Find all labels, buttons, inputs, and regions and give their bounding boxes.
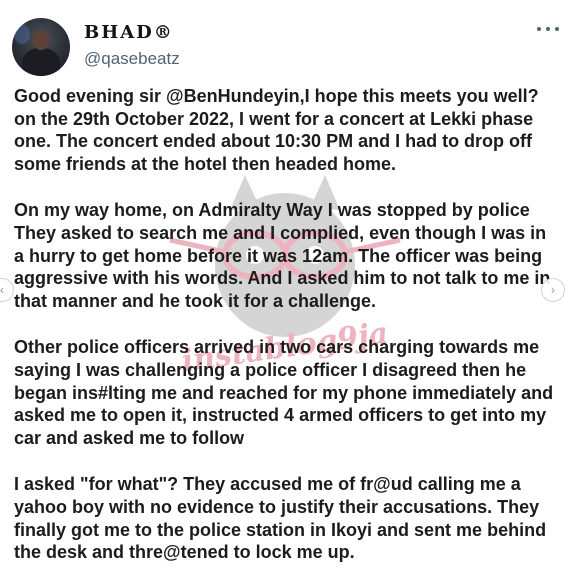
tweet-paragraph: Other police officers arrived in two car…	[14, 337, 559, 448]
more-dot	[546, 27, 550, 31]
tweet-paragraph: On my way home, on Admiralty Way I was s…	[14, 200, 551, 311]
more-dot	[555, 27, 559, 31]
tweet-header: BHAD® @qasebeatz	[0, 0, 571, 82]
avatar-head	[32, 30, 50, 50]
prev-glyph: ‹	[0, 283, 4, 297]
tweet-text: Good evening sir @BenHundeyin,I hope thi…	[14, 85, 554, 575]
display-name[interactable]: BHAD®	[84, 22, 174, 43]
avatar-body	[22, 48, 60, 76]
user-handle[interactable]: @qasebeatz	[84, 49, 180, 69]
avatar[interactable]	[12, 18, 70, 76]
chevron-right-icon[interactable]: ›	[541, 278, 565, 302]
more-horizontal-icon[interactable]	[537, 24, 559, 34]
tweet-paragraph: I asked "for what"? They accused me of f…	[14, 474, 552, 563]
tweet-paragraph: Good evening sir @BenHundeyin,I hope thi…	[14, 86, 544, 174]
avatar-background	[14, 24, 30, 44]
chevron-left-icon[interactable]: ‹	[0, 278, 14, 302]
next-glyph: ›	[551, 283, 555, 297]
more-dot	[537, 27, 541, 31]
